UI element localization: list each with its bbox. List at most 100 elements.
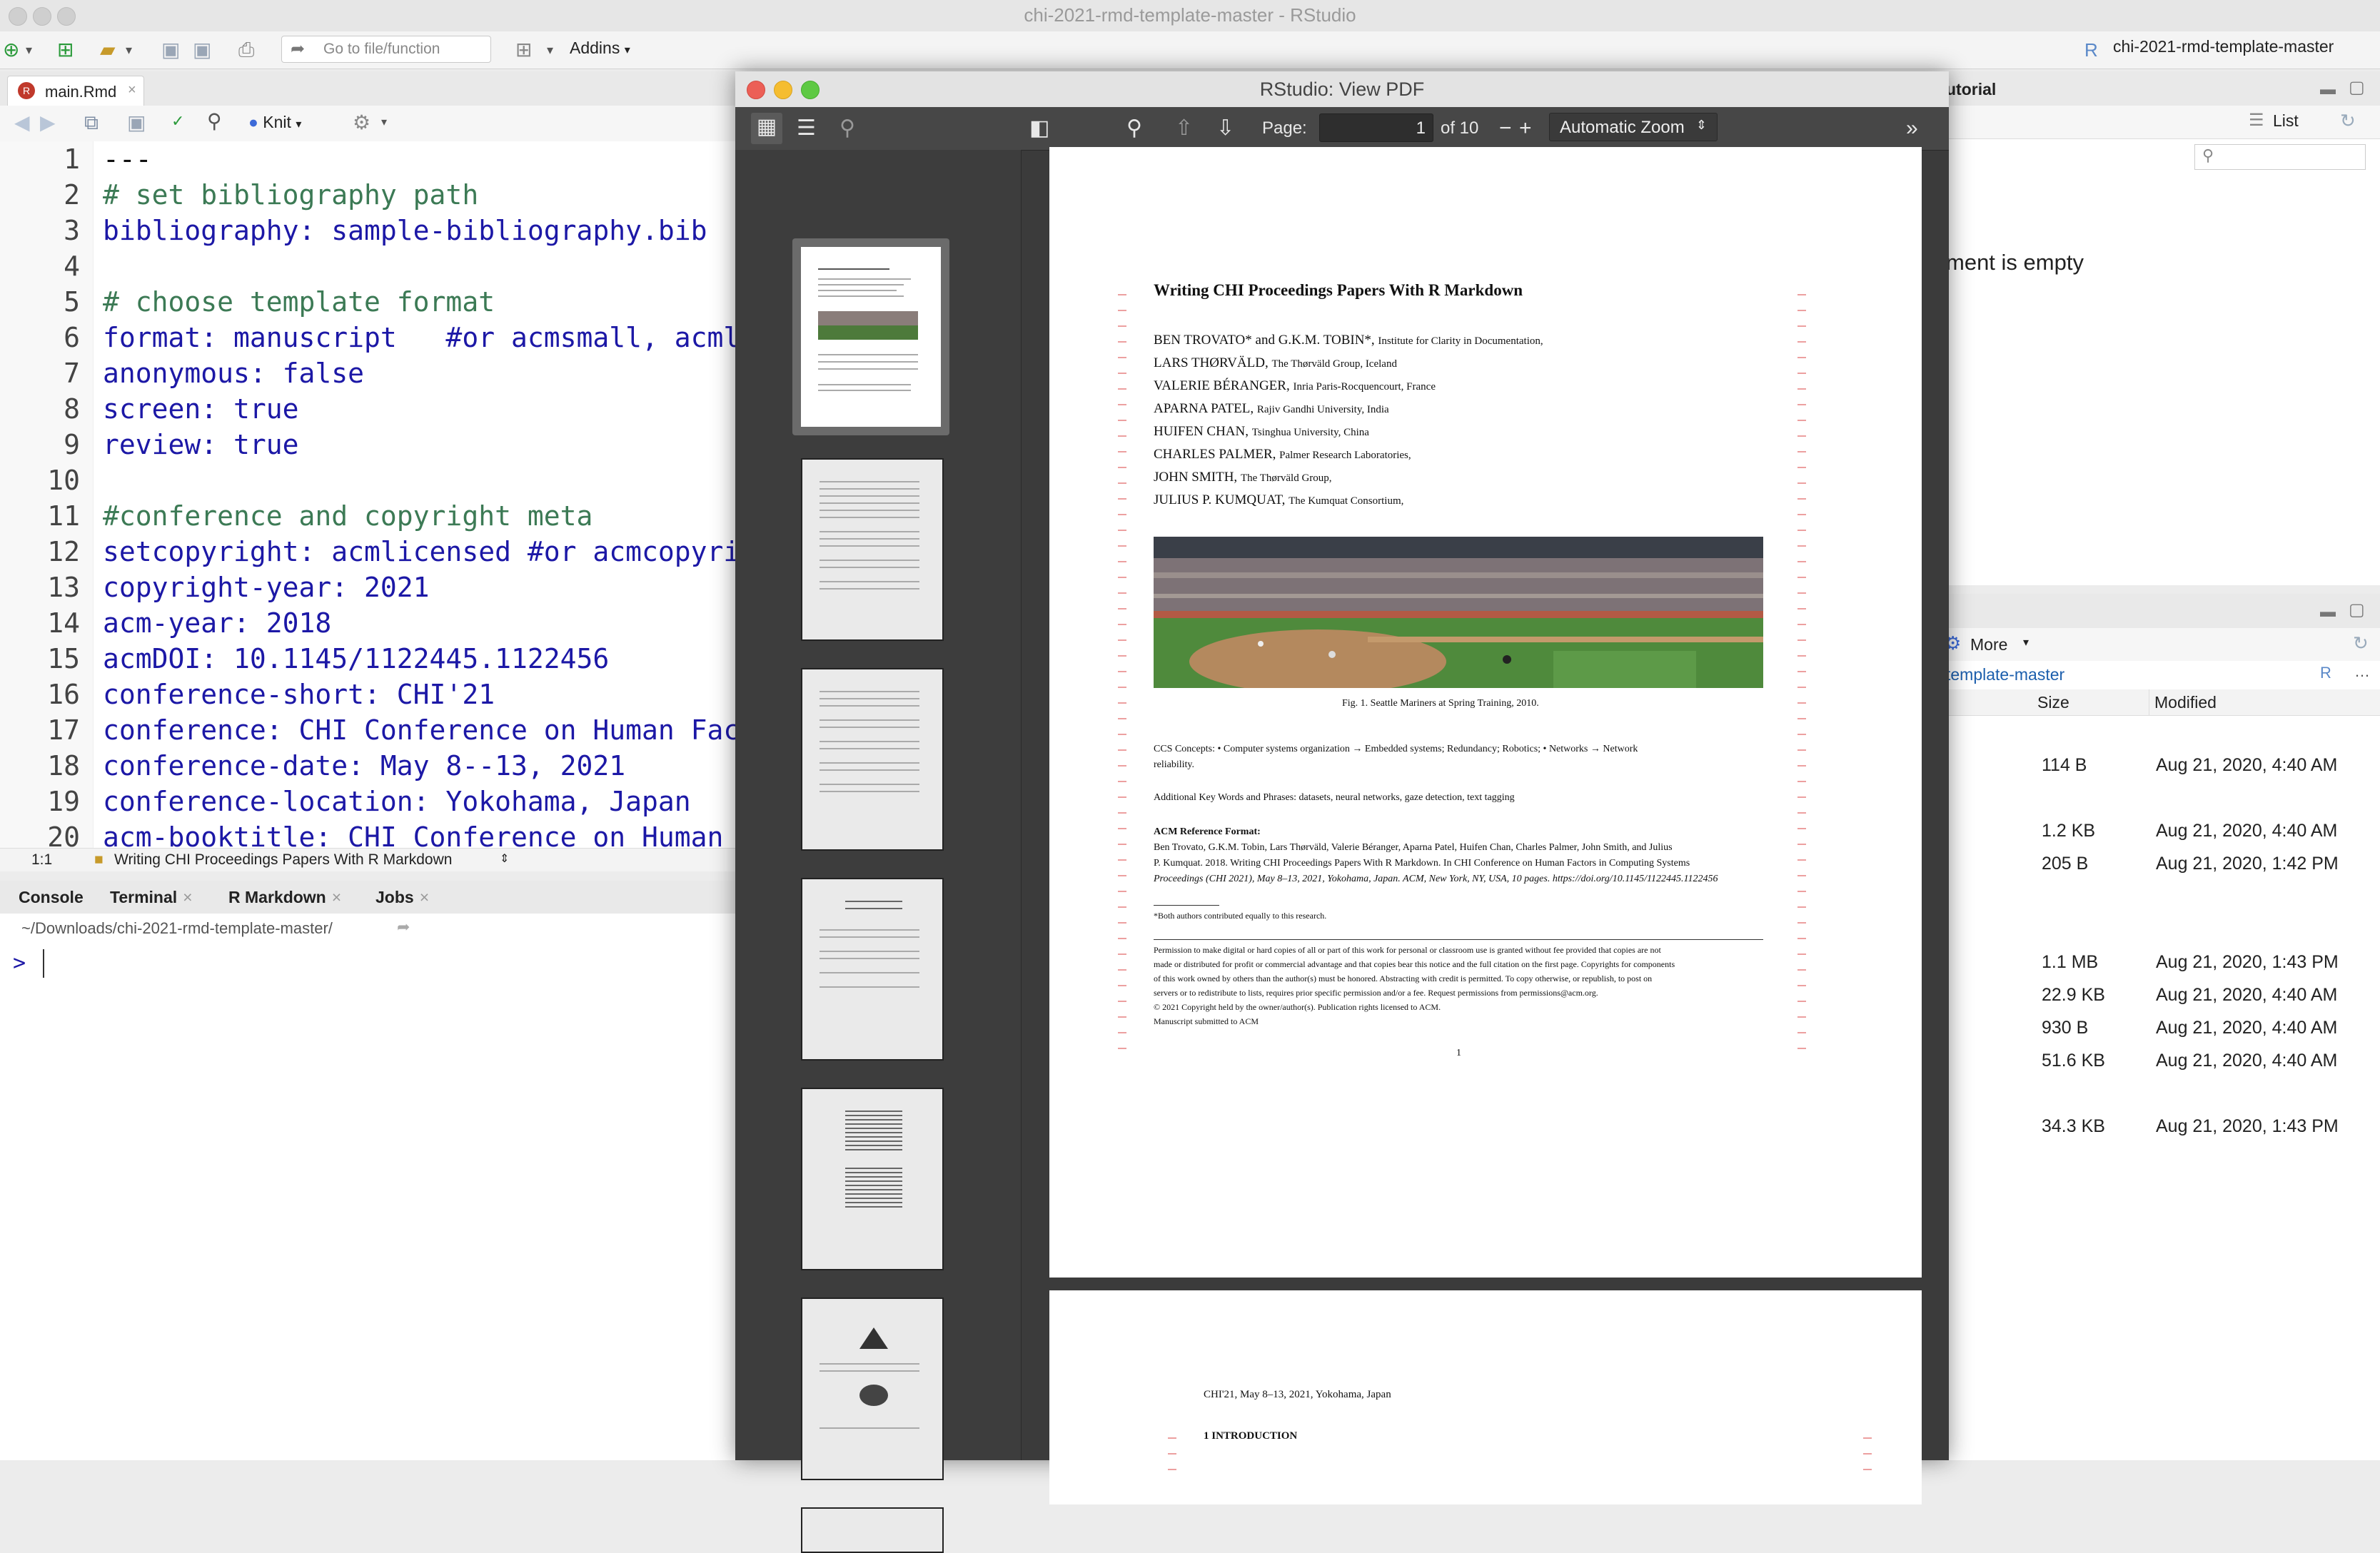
tab-label: Jobs xyxy=(375,888,414,906)
file-row[interactable]: 1.2 KB Aug 21, 2020, 4:40 AM xyxy=(2042,821,2337,841)
maximize-pane-icon[interactable]: ▢ xyxy=(2349,77,2365,98)
file-row[interactable]: 22.9 KB Aug 21, 2020, 4:40 AM xyxy=(2042,985,2337,1006)
code-text: conference-short: CHI'21 xyxy=(103,679,495,710)
forward-arrow-icon[interactable]: ▶ xyxy=(40,111,56,134)
keywords: Additional Key Words and Phrases: datase… xyxy=(1154,792,1515,803)
column-size[interactable]: Size xyxy=(2037,693,2069,712)
new-project-icon[interactable]: ⊞ xyxy=(57,39,74,61)
file-row[interactable]: 930 B Aug 21, 2020, 4:40 AM xyxy=(2042,1018,2337,1038)
addins-menu[interactable]: Addins ▾ xyxy=(570,39,630,58)
file-row[interactable]: 114 B Aug 21, 2020, 4:40 AM xyxy=(2042,755,2337,776)
save-icon[interactable]: ▣ xyxy=(127,111,146,134)
zoom-out-icon[interactable]: − xyxy=(1499,114,1512,143)
tab-terminal[interactable]: Terminal × xyxy=(110,888,193,907)
tab-console[interactable]: Console xyxy=(19,888,84,907)
page-number-input[interactable]: 1 xyxy=(1319,113,1433,142)
go-to-directory-icon[interactable]: ➦ xyxy=(397,918,410,936)
refresh-icon[interactable]: ↻ xyxy=(2353,632,2369,654)
search-icon[interactable]: ⚲ xyxy=(207,110,222,133)
dropdown-arrow-icon[interactable]: ▾ xyxy=(2023,635,2029,649)
dropdown-arrow-icon[interactable]: ⇕ xyxy=(500,851,509,866)
list-view-menu[interactable]: List xyxy=(2273,111,2299,131)
close-tab-icon[interactable]: × xyxy=(332,888,341,906)
go-to-file-input[interactable]: ➦ Go to file/function xyxy=(281,36,491,63)
file-modified: Aug 21, 2020, 4:40 AM xyxy=(2156,1051,2338,1071)
tab-r-markdown[interactable]: R Markdown × xyxy=(228,888,341,907)
knit-button[interactable]: ● Knit ▾ xyxy=(248,113,301,132)
page-thumbnail-7[interactable] xyxy=(801,1507,944,1553)
minimize-pane-icon[interactable]: ▬ xyxy=(2320,602,2336,621)
permission-text: made or distributed for profit or commer… xyxy=(1154,959,1675,969)
figure-caption: Fig. 1. Seattle Mariners at Spring Train… xyxy=(1342,698,1539,709)
close-tab-icon[interactable]: × xyxy=(128,82,136,98)
minimize-pane-icon[interactable]: ▬ xyxy=(2320,80,2336,98)
dropdown-arrow-icon[interactable]: ▾ xyxy=(381,111,387,134)
maximize-pane-icon[interactable]: ▢ xyxy=(2349,600,2365,620)
code-editor[interactable]: 1 --- 2 # set bibliography path 3 bibliogra… xyxy=(0,141,757,848)
go-to-arrow-icon: ➦ xyxy=(291,39,306,59)
spellcheck-icon[interactable]: ✓ xyxy=(171,110,184,133)
tab-tutorial[interactable]: utorial xyxy=(1946,80,1996,99)
print-icon[interactable]: ⎙ xyxy=(238,39,254,61)
thumbnails-view-icon[interactable]: ▦ xyxy=(751,113,782,144)
line-number: 17 xyxy=(47,714,80,746)
code-line: 10 xyxy=(0,462,757,498)
find-icon[interactable]: ⚲ xyxy=(1126,114,1142,143)
line-number: 4 xyxy=(64,251,80,282)
page-thumbnail-5[interactable] xyxy=(801,1088,944,1270)
zoom-select[interactable]: Automatic Zoom ⇕ xyxy=(1549,113,1718,141)
file-row[interactable]: 1.1 MB Aug 21, 2020, 1:43 PM xyxy=(2042,952,2339,973)
save-all-icon[interactable]: ▣ xyxy=(193,39,211,61)
page-thumbnail-1[interactable] xyxy=(792,238,949,435)
tab-main-rmd[interactable]: R main.Rmd × xyxy=(7,76,144,106)
back-arrow-icon[interactable]: ◀ xyxy=(14,111,30,134)
dropdown-arrow-icon[interactable]: ▾ xyxy=(547,39,553,61)
project-icon[interactable]: R xyxy=(2320,664,2331,682)
editor-toolbar: ◀ ▶ ⧉ ▣ ✓ ⚲ ● Knit ▾ ⚙ ▾ xyxy=(0,106,757,142)
more-options-icon[interactable]: … xyxy=(2354,662,2370,681)
close-tab-icon[interactable]: × xyxy=(420,888,429,906)
environment-search-input[interactable]: ⚲ xyxy=(2194,144,2366,170)
pane-layout-icon[interactable]: ⊞ xyxy=(515,39,532,61)
previous-page-icon[interactable]: ⇧ xyxy=(1175,114,1193,143)
file-size: 930 B xyxy=(2042,1018,2089,1038)
save-icon[interactable]: ▣ xyxy=(161,39,180,61)
attachments-icon[interactable]: ⚲ xyxy=(839,114,855,143)
line-number: 9 xyxy=(64,429,80,460)
breadcrumb-folder[interactable]: template-master xyxy=(1946,665,2064,684)
page-thumbnail-6[interactable] xyxy=(801,1297,944,1480)
open-folder-icon[interactable]: ▰ xyxy=(100,39,116,61)
section-navigator[interactable]: Writing CHI Proceedings Papers With R Ma… xyxy=(114,851,452,869)
more-menu[interactable]: More xyxy=(1970,635,2007,654)
section-heading: 1 INTRODUCTION xyxy=(1204,1430,1298,1442)
next-page-icon[interactable]: ⇩ xyxy=(1216,114,1234,143)
page-thumbnail-2[interactable] xyxy=(801,458,944,641)
outline-view-icon[interactable]: ☰ xyxy=(797,114,816,143)
gear-icon[interactable]: ⚙ xyxy=(353,111,370,134)
file-row[interactable]: 51.6 KB Aug 21, 2020, 4:40 AM xyxy=(2042,1051,2337,1071)
new-file-icon[interactable]: ⊕ xyxy=(3,39,19,61)
footnote: *Both authors contributed equally to thi… xyxy=(1154,911,1327,921)
file-row[interactable]: 205 B Aug 21, 2020, 1:42 PM xyxy=(2042,854,2339,874)
file-modified: Aug 21, 2020, 1:43 PM xyxy=(2156,1116,2339,1136)
project-menu[interactable]: chi-2021-rmd-template-master xyxy=(2113,37,2334,56)
code-line: 13 copyright-year: 2021 xyxy=(0,570,757,605)
zoom-in-icon[interactable]: + xyxy=(1519,114,1532,143)
list-view-icon[interactable]: ☰ xyxy=(2249,110,2264,131)
tab-jobs[interactable]: Jobs × xyxy=(375,888,429,907)
tools-menu-icon[interactable]: » xyxy=(1906,114,1918,143)
close-tab-icon[interactable]: × xyxy=(183,888,192,906)
window-title: chi-2021-rmd-template-master - RStudio xyxy=(1024,4,1356,26)
column-modified[interactable]: Modified xyxy=(2154,693,2217,712)
editor-tab-bar: R main.Rmd × xyxy=(0,71,757,106)
refresh-icon[interactable]: ↻ xyxy=(2340,110,2356,132)
page-thumbnail-4[interactable] xyxy=(801,878,944,1061)
file-row[interactable]: 34.3 KB Aug 21, 2020, 1:43 PM xyxy=(2042,1116,2339,1137)
console-output[interactable]: > xyxy=(0,944,757,1460)
show-in-window-icon[interactable]: ⧉ xyxy=(84,111,99,134)
dropdown-arrow-icon[interactable]: ▾ xyxy=(126,39,132,61)
dropdown-arrow-icon[interactable]: ▾ xyxy=(26,39,32,61)
toggle-sidebar-icon[interactable]: ◧ xyxy=(1029,114,1049,143)
line-number: 16 xyxy=(47,679,80,710)
page-thumbnail-3[interactable] xyxy=(801,668,944,851)
